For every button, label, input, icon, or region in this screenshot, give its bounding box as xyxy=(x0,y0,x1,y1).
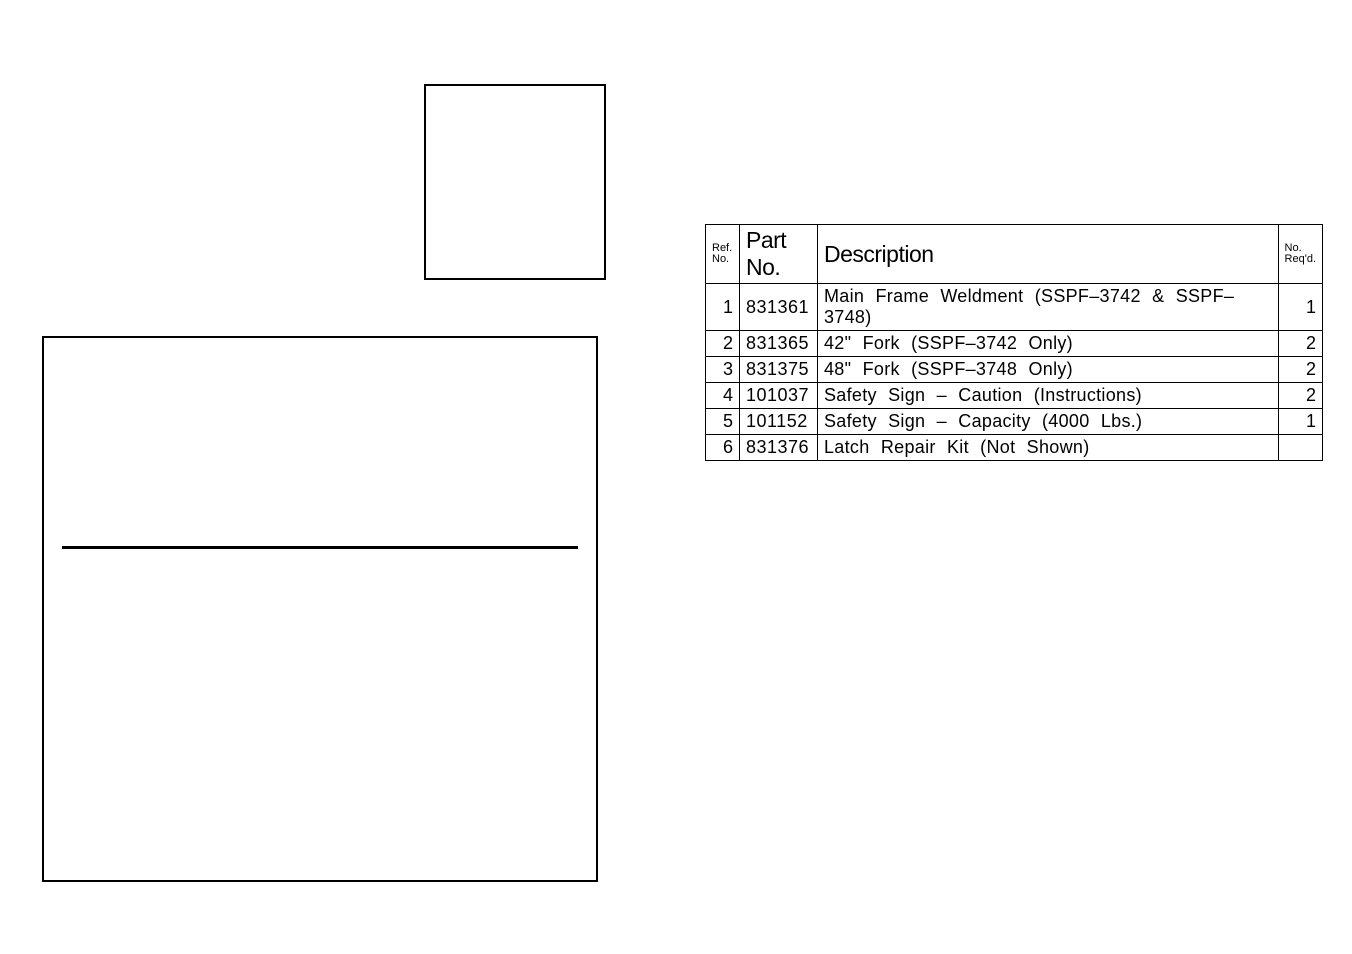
header-part-no: Part No. xyxy=(740,225,818,284)
cell-desc: 42" Fork (SSPF–3742 Only) xyxy=(818,331,1279,357)
cell-part: 831365 xyxy=(740,331,818,357)
cell-part: 831376 xyxy=(740,435,818,461)
cell-part: 101037 xyxy=(740,383,818,409)
cell-part: 831361 xyxy=(740,284,818,331)
header-description: Description xyxy=(818,225,1279,284)
cell-ref: 4 xyxy=(706,383,740,409)
table-row: 2 831365 42" Fork (SSPF–3742 Only) 2 xyxy=(706,331,1323,357)
cell-req xyxy=(1278,435,1322,461)
table-row: 4 101037 Safety Sign – Caution (Instruct… xyxy=(706,383,1323,409)
table-row: 5 101152 Safety Sign – Capacity (4000 Lb… xyxy=(706,409,1323,435)
diagram-box-top xyxy=(424,84,606,280)
parts-table: Ref. No. Part No. Description No. Req'd.… xyxy=(705,224,1323,461)
cell-desc: 48" Fork (SSPF–3748 Only) xyxy=(818,357,1279,383)
cell-req: 2 xyxy=(1278,383,1322,409)
cell-part: 831375 xyxy=(740,357,818,383)
cell-ref: 6 xyxy=(706,435,740,461)
cell-req: 2 xyxy=(1278,357,1322,383)
cell-ref: 2 xyxy=(706,331,740,357)
cell-desc: Safety Sign – Capacity (4000 Lbs.) xyxy=(818,409,1279,435)
diagram-box-divider xyxy=(62,546,578,549)
table-row: 6 831376 Latch Repair Kit (Not Shown) xyxy=(706,435,1323,461)
cell-ref: 3 xyxy=(706,357,740,383)
cell-req: 1 xyxy=(1278,409,1322,435)
cell-ref: 5 xyxy=(706,409,740,435)
cell-req: 2 xyxy=(1278,331,1322,357)
diagram-box-bottom xyxy=(42,336,598,882)
cell-desc: Safety Sign – Caution (Instructions) xyxy=(818,383,1279,409)
cell-ref: 1 xyxy=(706,284,740,331)
cell-desc: Latch Repair Kit (Not Shown) xyxy=(818,435,1279,461)
table-row: 1 831361 Main Frame Weldment (SSPF–3742 … xyxy=(706,284,1323,331)
table-header-row: Ref. No. Part No. Description No. Req'd. xyxy=(706,225,1323,284)
header-no-reqd: No. Req'd. xyxy=(1278,225,1322,284)
table-row: 3 831375 48" Fork (SSPF–3748 Only) 2 xyxy=(706,357,1323,383)
cell-desc: Main Frame Weldment (SSPF–3742 & SSPF–37… xyxy=(818,284,1279,331)
header-ref-no: Ref. No. xyxy=(706,225,740,284)
cell-req: 1 xyxy=(1278,284,1322,331)
cell-part: 101152 xyxy=(740,409,818,435)
